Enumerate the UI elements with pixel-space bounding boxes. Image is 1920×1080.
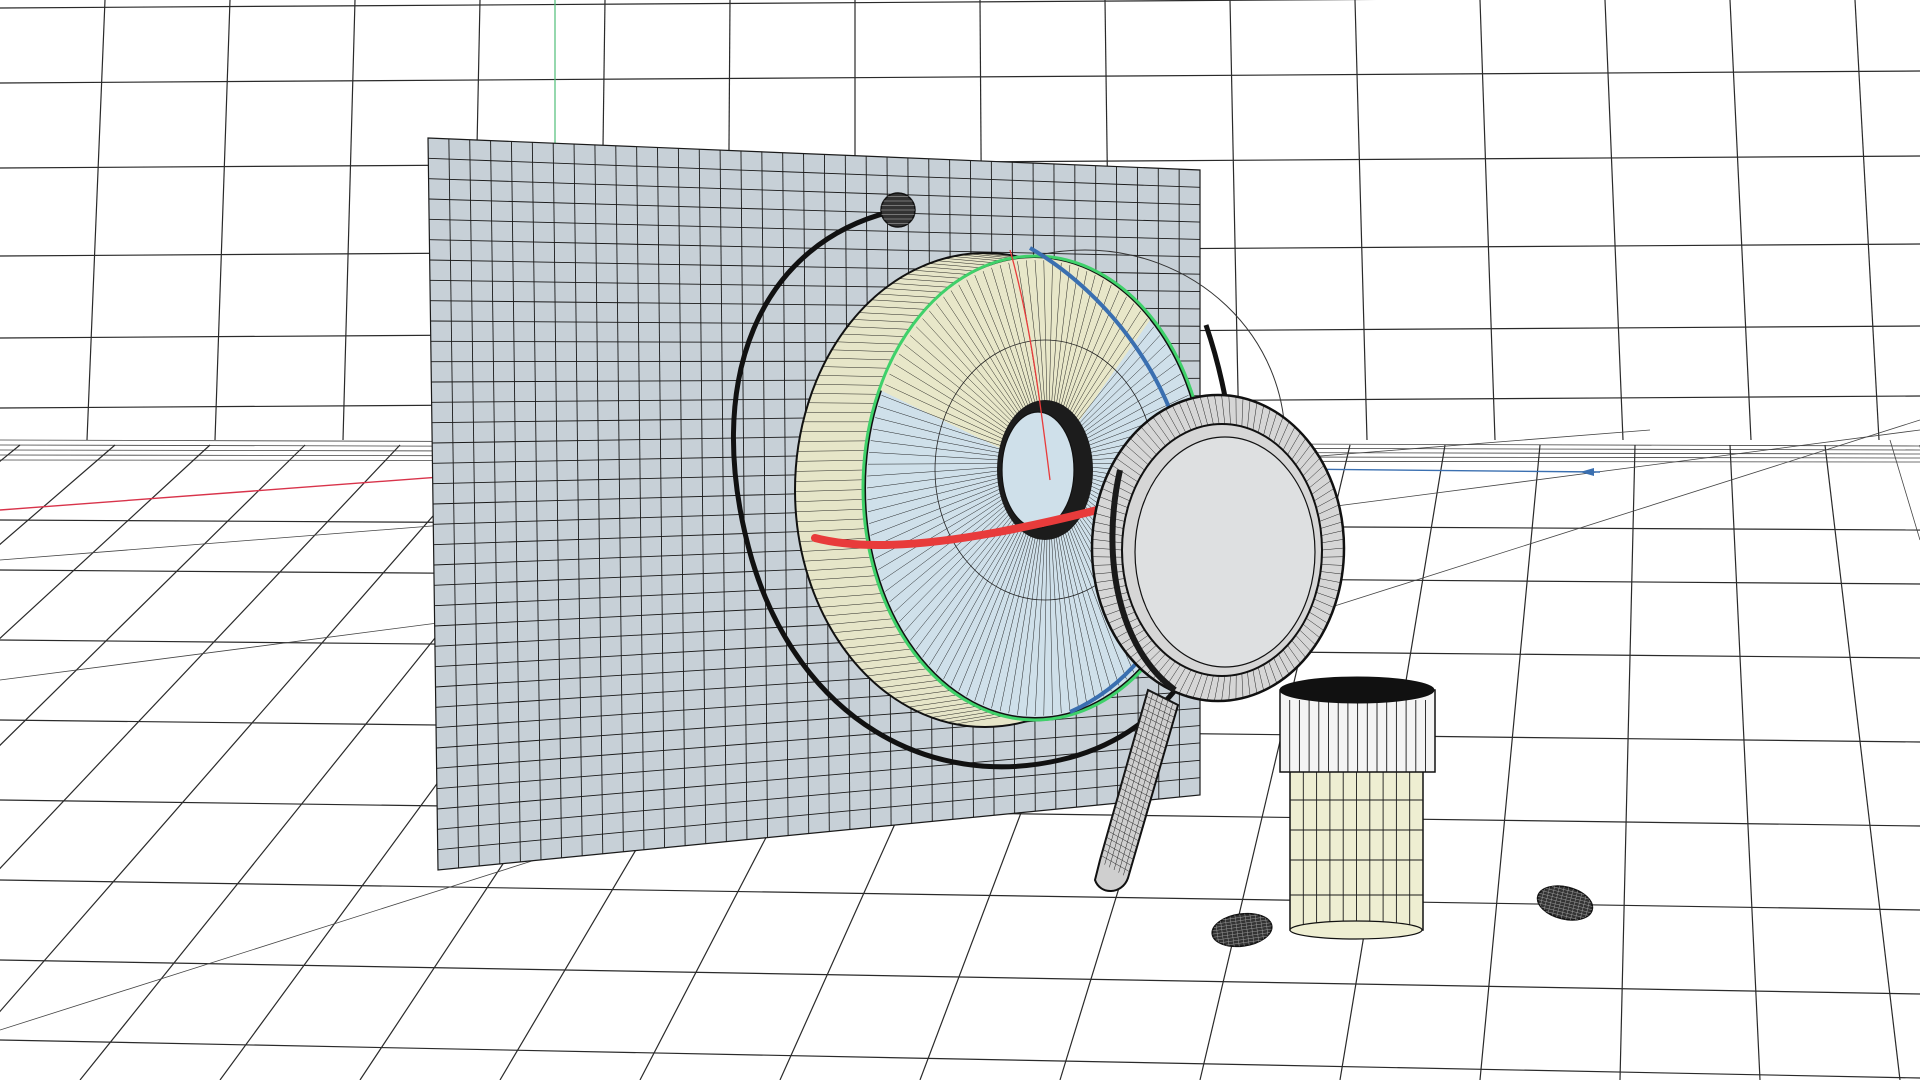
3d-viewport[interactable] xyxy=(0,0,1920,1080)
grid-line-floor xyxy=(0,959,1920,995)
grid-line-vertical xyxy=(1479,0,1496,441)
grid-line-floor xyxy=(0,1039,1920,1079)
grid-line-horizontal xyxy=(0,70,1920,84)
grid-line-vertical xyxy=(1354,0,1368,441)
magnifier-lens xyxy=(1134,436,1316,668)
small-sphere[interactable] xyxy=(880,192,916,228)
grid-line-vertical xyxy=(1604,0,1624,441)
grid-line-vertical xyxy=(342,0,356,441)
z-axis-arrow-icon xyxy=(1580,468,1594,476)
capsule-right[interactable] xyxy=(1534,881,1596,926)
grid-line-floor-vertical xyxy=(0,444,401,870)
cylinder-top xyxy=(1279,676,1435,704)
grid-line-floor-vertical xyxy=(0,444,306,747)
grid-line-vertical xyxy=(1229,0,1240,441)
grid-line-floor-vertical xyxy=(1479,444,1541,1080)
grid-line-vertical xyxy=(86,0,106,441)
dish-center-ring xyxy=(1001,411,1075,529)
grid-line-diagonal xyxy=(1889,439,1920,541)
grid-line-vertical xyxy=(214,0,231,441)
viewport-canvas[interactable] xyxy=(0,0,1920,1080)
grid-line-vertical xyxy=(1854,0,1880,441)
grid-line-floor xyxy=(0,879,1920,911)
grid-line-floor-vertical xyxy=(1619,444,1636,1080)
cylinder-container[interactable] xyxy=(1279,676,1436,940)
cylinder-bottom xyxy=(1289,920,1423,940)
grid-line-floor-vertical xyxy=(0,444,211,640)
grid-line-horizontal xyxy=(0,0,1377,9)
grid-line-floor-vertical xyxy=(0,444,116,546)
grid-line-floor-vertical xyxy=(1729,444,1761,1080)
grid-line-vertical xyxy=(1729,0,1752,441)
grid-line-floor-vertical xyxy=(0,444,21,463)
grid-line-floor-vertical xyxy=(1824,444,1901,1080)
capsule-left[interactable] xyxy=(1210,910,1274,950)
